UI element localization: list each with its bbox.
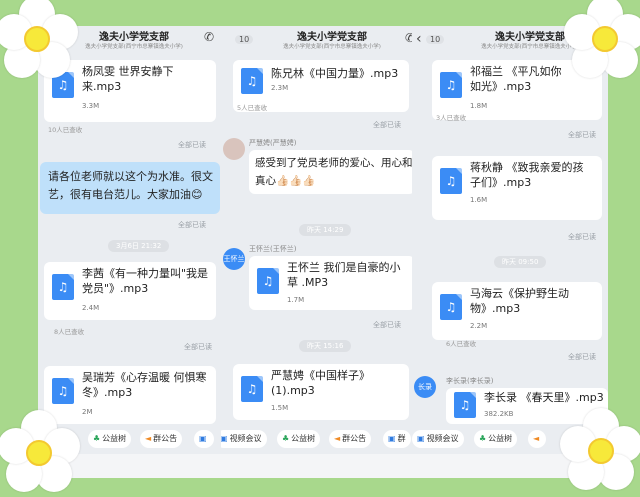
avatar[interactable]: 长录 xyxy=(414,376,436,398)
chat-screenshot-2: 10 逸夫小学党支部 逸夫小学党支部(西宁市总寨镇逸夫小学) ✆ ♫ 陈兄林《中… xyxy=(221,26,423,478)
flower-decoration xyxy=(0,0,82,84)
read-count[interactable]: 10人已查收 xyxy=(48,124,82,134)
file-message[interactable]: ♫ 李茜《有一种力量叫"我是 党员"》.mp3 2.4M xyxy=(44,262,216,320)
video-meeting-button[interactable]: ▣ 群 xyxy=(383,430,411,448)
announcement-button[interactable]: ◄ 群公告 xyxy=(140,430,183,448)
file-name: 吴瑞芳《心存温暖 何惧寒 冬》.mp3 xyxy=(82,371,207,399)
file-name: 陈兄林《中国力量》.mp3 xyxy=(271,67,399,80)
flower-decoration xyxy=(0,408,84,497)
file-name: 严慧娉《中国样子》 (1).mp3 xyxy=(271,369,370,397)
video-camera-icon: ▣ xyxy=(388,434,396,443)
read-all-status: 全部已读 xyxy=(184,343,212,351)
read-all-status: 全部已读 xyxy=(373,321,401,329)
file-size: 2.2M xyxy=(470,322,488,330)
file-name: 祁福兰 《平凡如你 如光》.mp3 xyxy=(470,65,562,93)
read-all-status: 全部已读 xyxy=(568,131,596,139)
text-message[interactable]: 请各位老师就以这个为水准。很文 艺，很有电台范儿。大家加油😊 xyxy=(40,162,220,214)
collage-frame: 逸夫小学党支部 逸夫小学党支部(西宁市总寨镇逸夫小学) ✆ ♫ 杨凤雯 世界安静… xyxy=(0,0,640,497)
back-arrow-icon[interactable]: ‹ xyxy=(416,31,422,47)
file-name: 王怀兰 我们是自豪的小草 .MP3 xyxy=(287,261,401,289)
flower-decoration xyxy=(556,406,640,496)
message-text: 请各位老师就以这个为水准。很文 艺，很有电台范儿。大家加油😊 xyxy=(48,170,213,201)
timestamp: 3月6日 21:32 xyxy=(108,240,170,252)
megaphone-icon: ◄ xyxy=(533,434,540,443)
file-size: 1.8M xyxy=(470,102,488,110)
read-all-status: 全部已读 xyxy=(178,141,206,149)
video-meeting-button[interactable]: ▣ 视频会议 xyxy=(412,430,464,448)
timestamp: 昨天 09:50 xyxy=(494,256,547,268)
read-count[interactable]: 8人已查收 xyxy=(54,326,84,336)
video-camera-icon: ▣ xyxy=(199,434,207,443)
group-subtitle: 逸夫小学党支部(西宁市总寨镇逸夫小学) xyxy=(283,44,381,50)
sender-name: 李长录(李长录) xyxy=(446,377,494,385)
phone-icon[interactable]: ✆ xyxy=(204,30,214,44)
megaphone-icon: ◄ xyxy=(334,434,341,443)
announcement-button[interactable]: ◄ xyxy=(528,430,547,448)
text-message[interactable]: 感受到了党员老师的爱心、用心和 真心👍🏻👍🏻👍🏻 xyxy=(249,150,415,194)
chat-header: 10 逸夫小学党支部 逸夫小学党支部(西宁市总寨镇逸夫小学) ✆ xyxy=(221,26,423,56)
music-file-icon: ♫ xyxy=(257,268,279,294)
file-size: 1.7M xyxy=(287,296,305,304)
sender-name: 王怀兰(王怀兰) xyxy=(249,245,297,253)
read-count[interactable]: 3人已查收 xyxy=(436,112,466,122)
video-meeting-button[interactable]: ▣ xyxy=(194,430,214,448)
file-size: 2.4M xyxy=(82,304,100,312)
read-all-status: 全部已读 xyxy=(178,221,206,229)
file-name: 蒋秋静 《致我亲爱的孩 子们》.mp3 xyxy=(470,161,584,189)
gongyishu-button[interactable]: ♣ 公益树 xyxy=(277,430,321,448)
gongyishu-button[interactable]: ♣ 公益树 xyxy=(474,430,518,448)
video-camera-icon: ▣ xyxy=(221,434,228,443)
file-name: 李长录 《春天里》.mp3 xyxy=(484,391,604,404)
timestamp: 昨天 14:29 xyxy=(299,224,352,236)
file-size: 382.2KB xyxy=(484,410,514,418)
file-name: 杨凤雯 世界安静下 来.mp3 xyxy=(82,65,174,93)
video-meeting-button[interactable]: ▣ 视频会议 xyxy=(221,430,267,448)
megaphone-icon: ◄ xyxy=(145,434,152,443)
file-message[interactable]: ♫ 严慧娉《中国样子》 (1).mp3 1.5M xyxy=(233,364,409,420)
input-row[interactable] xyxy=(221,454,423,478)
file-size: 3.3M xyxy=(82,102,100,110)
timestamp: 昨天 15:16 xyxy=(299,340,352,352)
music-file-icon: ♫ xyxy=(52,274,74,300)
sender-name: 严慧娉(严慧娉) xyxy=(249,139,297,147)
message-text: 感受到了党员老师的爱心、用心和 真心👍🏻👍🏻👍🏻 xyxy=(255,157,413,187)
file-message[interactable]: ♫ 王怀兰 我们是自豪的小草 .MP3 1.7M xyxy=(249,256,415,310)
announcement-button[interactable]: ◄ 群公告 xyxy=(329,430,372,448)
tree-icon: ♣ xyxy=(479,434,487,443)
flower-decoration xyxy=(560,0,640,84)
avatar[interactable]: 王怀兰 xyxy=(223,248,245,270)
avatar[interactable] xyxy=(223,138,245,160)
gongyishu-button[interactable]: ♣ 公益树 xyxy=(88,430,132,448)
music-file-icon: ♫ xyxy=(454,392,476,418)
read-count[interactable]: 6人已查收 xyxy=(446,338,476,348)
file-message[interactable]: ♫ 马海云《保护野生动 物》.mp3 2.2M xyxy=(432,282,602,340)
file-size: 1.6M xyxy=(470,196,488,204)
file-size: 1.5M xyxy=(271,404,289,412)
file-message[interactable]: ♫ 蒋秋静 《致我亲爱的孩 子们》.mp3 1.6M xyxy=(432,156,602,220)
read-all-status: 全部已读 xyxy=(568,353,596,361)
tree-icon: ♣ xyxy=(93,434,101,443)
file-name: 马海云《保护野生动 物》.mp3 xyxy=(470,287,569,315)
video-camera-icon: ▣ xyxy=(417,434,425,443)
file-name: 李茜《有一种力量叫"我是 党员"》.mp3 xyxy=(82,267,209,295)
file-size: 2.3M xyxy=(271,84,289,92)
music-file-icon: ♫ xyxy=(52,378,74,404)
music-file-icon: ♫ xyxy=(440,72,462,98)
music-file-icon: ♫ xyxy=(241,68,263,94)
music-file-icon: ♫ xyxy=(440,294,462,320)
music-file-icon: ♫ xyxy=(241,376,263,402)
unread-count[interactable]: 10 xyxy=(426,35,445,44)
quick-toolbar: ▣ 视频会议 ♣ 公益树 ◄ 群公告 ▣ 群 xyxy=(221,426,423,452)
read-count[interactable]: 5人已查收 xyxy=(237,102,267,112)
group-title: 逸夫小学党支部 xyxy=(297,32,367,43)
read-all-status: 全部已读 xyxy=(568,233,596,241)
read-all-status: 全部已读 xyxy=(373,121,401,129)
music-file-icon: ♫ xyxy=(440,168,462,194)
tree-icon: ♣ xyxy=(282,434,290,443)
